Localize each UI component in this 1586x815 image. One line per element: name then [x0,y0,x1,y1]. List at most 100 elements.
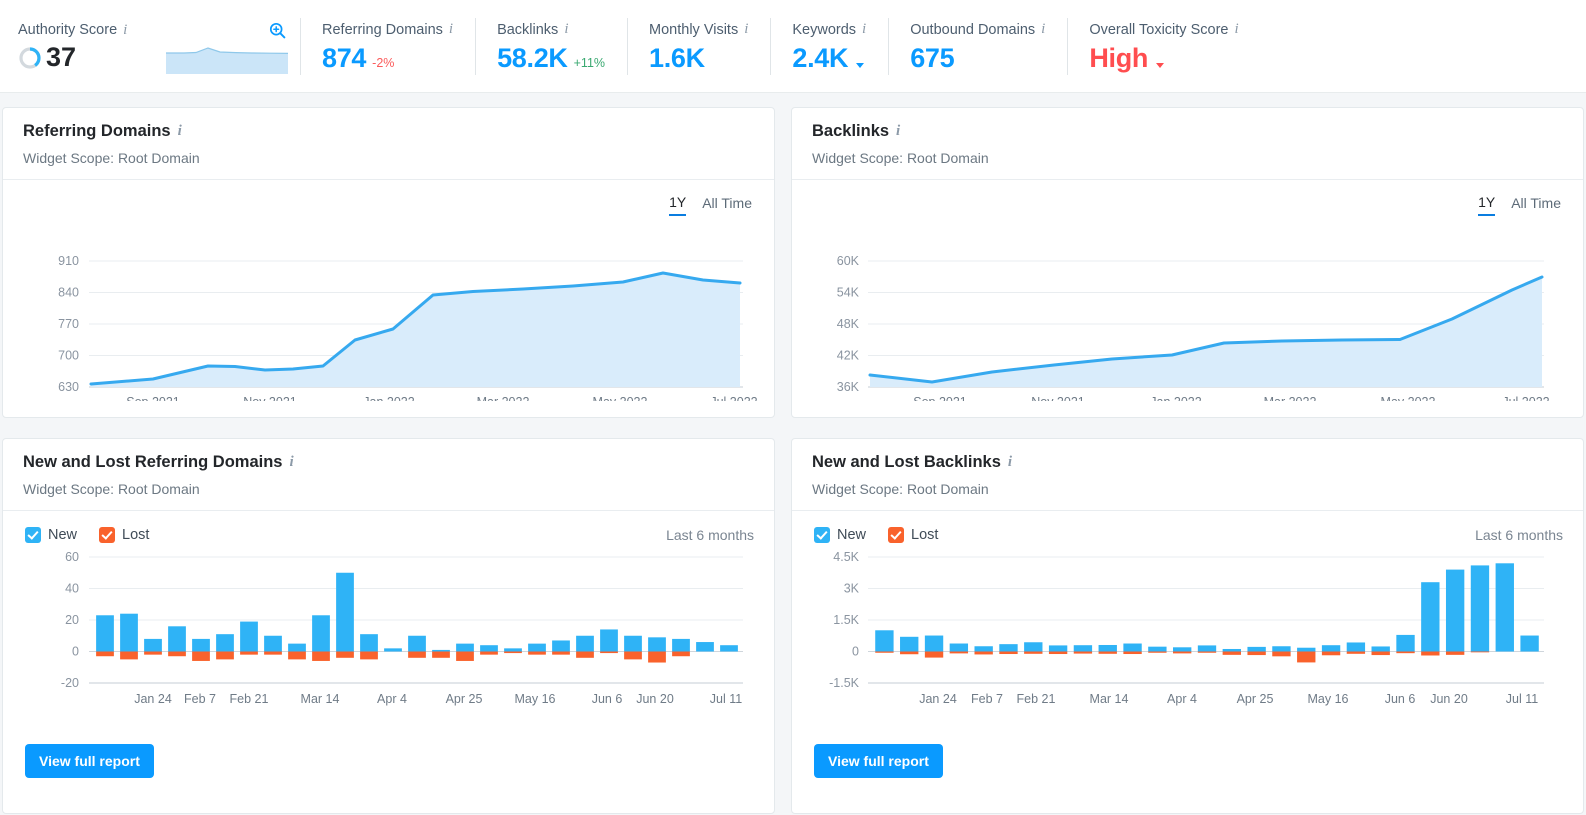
bar-lost[interactable] [264,651,282,655]
checkbox-new-icon[interactable] [25,527,41,543]
bar-new[interactable] [1272,646,1291,652]
bar-lost[interactable] [1321,651,1341,656]
bar-lost[interactable] [1247,651,1266,656]
bar-new[interactable] [504,648,522,652]
bar-new[interactable] [336,572,354,652]
bar-new[interactable] [1470,565,1490,652]
bar-new[interactable] [1123,643,1142,652]
bar-new[interactable] [288,643,306,652]
bar-lost[interactable] [1396,651,1415,654]
bar-new[interactable] [1297,647,1316,652]
view-full-report-button[interactable]: View full report [814,744,943,778]
bar-new[interactable] [1520,635,1539,652]
bar-new[interactable] [1197,645,1217,652]
info-icon[interactable]: i [449,22,453,37]
bar-lost[interactable] [875,651,894,653]
bar-lost[interactable] [974,651,993,655]
period-1y[interactable]: 1Y [1478,194,1496,216]
bar-new[interactable] [900,636,919,652]
bar-lost[interactable] [1272,651,1291,657]
bar-lost[interactable] [900,651,919,655]
bar-lost[interactable] [672,651,690,657]
bar-new[interactable] [456,643,474,652]
period-all-time[interactable]: All Time [1511,195,1561,215]
bar-lost[interactable] [1123,651,1142,655]
bar-new[interactable] [1346,642,1366,652]
info-icon[interactable]: i [862,22,866,37]
bar-new[interactable] [1098,644,1117,652]
zoom-in-icon[interactable] [269,22,286,39]
legend-item-lost[interactable]: Lost [888,527,938,543]
bar-new[interactable] [1321,645,1341,652]
bar-lost[interactable] [1098,651,1117,654]
bar-new[interactable] [576,635,594,652]
bar-lost[interactable] [1222,651,1241,655]
bar-new[interactable] [552,640,570,652]
bar-lost[interactable] [949,651,969,654]
legend-item-new[interactable]: New [25,527,77,543]
bar-new[interactable] [216,634,234,652]
bar-new[interactable] [1222,648,1241,652]
bar-new[interactable] [875,630,894,652]
info-icon[interactable]: i [178,124,182,139]
bar-new[interactable] [1073,645,1093,652]
info-icon[interactable]: i [744,22,748,37]
bar-new[interactable] [120,613,138,652]
chevron-down-icon[interactable] [856,62,865,68]
bar-new[interactable] [1048,645,1068,652]
bar-lost[interactable] [1297,651,1316,663]
bar-lost[interactable] [336,651,354,658]
bar-lost[interactable] [552,651,570,655]
period-all-time[interactable]: All Time [702,195,752,215]
legend-item-new[interactable]: New [814,527,866,543]
bar-lost[interactable] [1024,651,1043,654]
bar-new[interactable] [648,637,666,652]
bar-lost[interactable] [408,651,426,658]
bar-new[interactable] [1445,569,1465,652]
bar-new[interactable] [999,644,1018,652]
bar-new[interactable] [432,649,450,652]
bar-lost[interactable] [1148,651,1167,653]
bar-lost[interactable] [504,651,522,654]
bar-new[interactable] [1421,582,1440,652]
bar-new[interactable] [264,635,282,652]
bar-new[interactable] [1495,563,1514,652]
bar-new[interactable] [240,621,258,652]
bar-new[interactable] [1173,647,1192,652]
info-icon[interactable]: i [1234,22,1238,37]
bar-lost[interactable] [1173,651,1192,654]
bar-lost[interactable] [456,651,474,661]
bar-lost[interactable] [924,651,944,658]
info-icon[interactable]: i [564,22,568,37]
bar-new[interactable] [1247,646,1266,652]
bar-new[interactable] [974,646,993,652]
bar-lost[interactable] [1346,651,1366,654]
bar-new[interactable] [408,635,426,652]
bar-new[interactable] [672,638,690,652]
bar-lost[interactable] [600,651,618,654]
bar-new[interactable] [1396,634,1415,652]
bar-lost[interactable] [288,651,306,660]
bar-new[interactable] [924,635,944,652]
period-1y[interactable]: 1Y [669,194,687,216]
bar-lost[interactable] [312,651,330,661]
bar-lost[interactable] [168,651,186,657]
bar-lost[interactable] [240,651,258,655]
bar-new[interactable] [1371,646,1390,652]
checkbox-lost-icon[interactable] [888,527,905,543]
bar-lost[interactable] [1371,651,1390,656]
info-icon[interactable]: i [1041,22,1045,37]
bar-new[interactable] [168,626,186,652]
info-icon[interactable]: i [123,22,127,38]
bar-new[interactable] [949,643,969,652]
bar-new[interactable] [720,645,738,652]
bar-lost[interactable] [1073,651,1093,654]
bar-lost[interactable] [576,651,594,658]
bar-new[interactable] [528,643,546,652]
bar-lost[interactable] [1197,651,1217,653]
bar-new[interactable] [624,635,642,652]
bar-new[interactable] [1148,646,1167,652]
bar-lost[interactable] [1470,651,1490,653]
bar-lost[interactable] [648,651,666,663]
bar-lost[interactable] [360,651,378,660]
